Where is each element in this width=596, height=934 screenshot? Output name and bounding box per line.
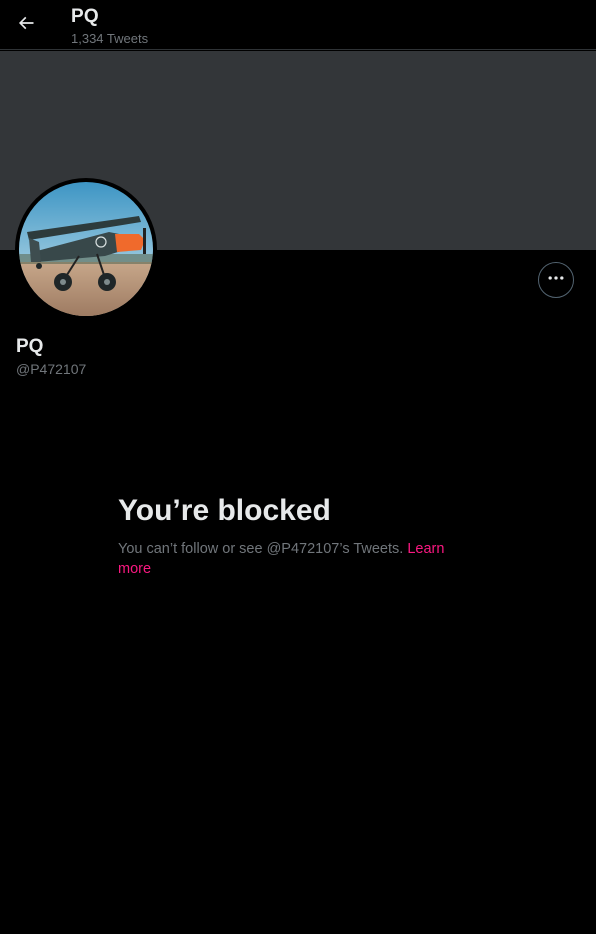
blocked-message-text: You can’t follow or see @P472107’s Tweet… xyxy=(118,541,404,557)
top-header: PQ 1,334 Tweets xyxy=(0,0,596,50)
more-options-button[interactable] xyxy=(538,262,574,298)
blocked-title: You’re blocked xyxy=(118,494,331,527)
header-title: PQ xyxy=(71,6,99,27)
profile-handle: @P472107 xyxy=(16,361,87,377)
blocked-message: You can’t follow or see @P472107’s Tweet… xyxy=(118,539,468,579)
arrow-left-icon xyxy=(16,13,36,38)
profile-name: PQ xyxy=(16,336,44,357)
back-button[interactable] xyxy=(12,11,40,39)
more-horizontal-icon xyxy=(546,268,566,293)
tweet-count: 1,334 Tweets xyxy=(71,31,149,46)
avatar-image xyxy=(19,182,153,316)
profile-avatar[interactable] xyxy=(15,178,157,320)
